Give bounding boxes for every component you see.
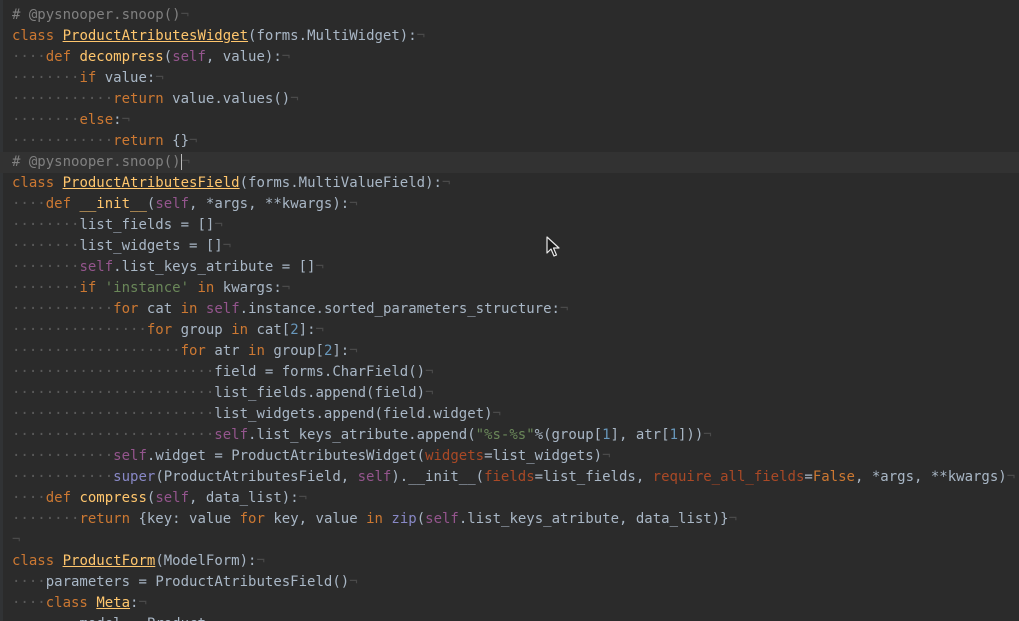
code-line[interactable]: ····def __init__(self, *args, **kwargs):… [12, 194, 358, 215]
code-line[interactable]: ········list_widgets = []¬ [12, 236, 231, 257]
code-line[interactable]: ············super(ProductAtributesField,… [12, 467, 1015, 488]
code-line[interactable]: ························field = forms.Ch… [12, 362, 434, 383]
code-line[interactable]: ········list_fields = []¬ [12, 215, 223, 236]
code-line[interactable]: ····def decompress(self, value):¬ [12, 47, 290, 68]
code-line[interactable]: ····class Meta:¬ [12, 593, 147, 614]
code-line[interactable]: ····parameters = ProductAtributesField()… [12, 572, 358, 593]
code-line[interactable]: ········self.list_keys_atribute = []¬ [12, 257, 324, 278]
code-line[interactable]: ········return {key: value for key, valu… [12, 509, 737, 530]
code-line[interactable]: # @pysnooper.snoop()¬ [12, 5, 189, 26]
code-line[interactable]: ················for group in cat[2]:¬ [12, 320, 324, 341]
code-line[interactable]: ············for cat in self.instance.sor… [12, 299, 568, 320]
code-line[interactable]: # @pysnooper.snoop()¬ [0, 152, 1019, 173]
code-line[interactable]: ············self.widget = ProductAtribut… [12, 446, 611, 467]
code-line[interactable]: class ProductForm(ModelForm):¬ [12, 551, 265, 572]
code-line[interactable]: ········else:¬ [12, 110, 130, 131]
code-line[interactable]: ············return value.values()¬ [12, 89, 299, 110]
code-line[interactable]: ························self.list_keys_a… [12, 425, 712, 446]
mouse-pointer-icon [546, 236, 560, 257]
code-line[interactable]: ········model = Product¬ [12, 614, 214, 621]
code-line[interactable]: class ProductAtributesWidget(forms.Multi… [12, 26, 425, 47]
code-line[interactable]: ····················for atr in group[2]:… [12, 341, 358, 362]
editor-gutter [0, 0, 3, 621]
code-line[interactable]: ········if value:¬ [12, 68, 164, 89]
code-line[interactable]: ¬ [12, 530, 20, 551]
code-line[interactable]: class ProductAtributesField(forms.MultiV… [12, 173, 450, 194]
code-editor[interactable]: # @pysnooper.snoop()¬ class ProductAtribu… [0, 0, 1019, 621]
code-line[interactable]: ········if 'instance' in kwargs:¬ [12, 278, 290, 299]
code-line[interactable]: ························list_fields.appe… [12, 383, 434, 404]
code-line[interactable]: ············return {}¬ [12, 131, 197, 152]
code-line[interactable]: ····def compress(self, data_list):¬ [12, 488, 307, 509]
code-line[interactable]: ························list_widgets.app… [12, 404, 501, 425]
